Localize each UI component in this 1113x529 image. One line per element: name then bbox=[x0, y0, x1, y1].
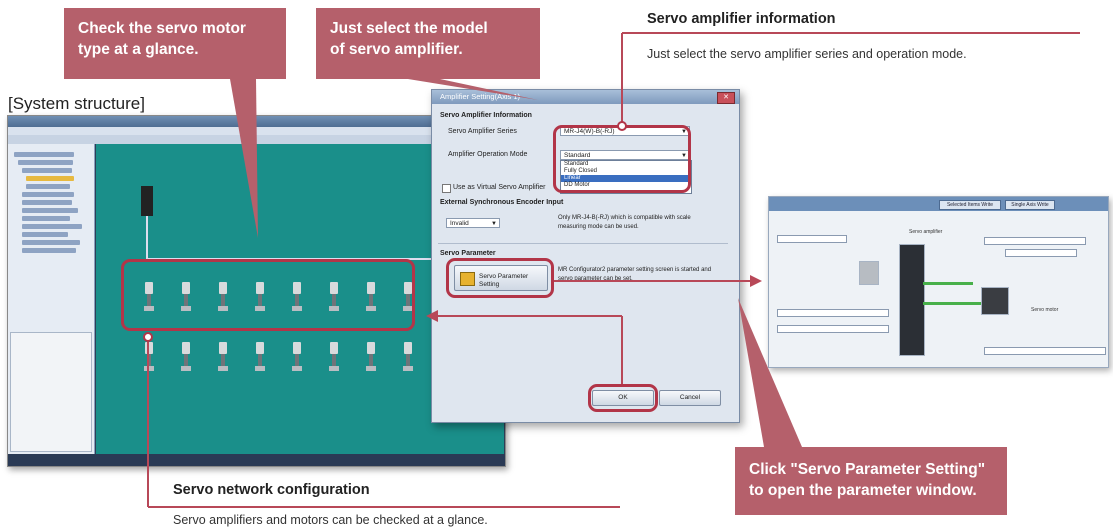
arrow-head bbox=[750, 275, 762, 287]
callout-text: of servo amplifier. bbox=[330, 41, 463, 58]
servo-network-text: Servo amplifiers and motors can be check… bbox=[173, 513, 488, 527]
callout-text: Click "Servo Parameter Setting" bbox=[749, 461, 986, 478]
arrow-head bbox=[426, 310, 438, 322]
callout-text: Just select the model bbox=[330, 20, 488, 37]
callout-motor-type: Check the servo motor type at a glance. bbox=[64, 8, 286, 79]
callout-text: Check the servo motor bbox=[78, 20, 246, 37]
callout-pointer-select-model bbox=[408, 79, 538, 100]
servo-network-title: Servo network configuration bbox=[173, 482, 370, 498]
leader-dot bbox=[143, 332, 153, 342]
servo-amp-info-text: Just select the servo amplifier series a… bbox=[647, 47, 967, 61]
callout-pointer-motor-type bbox=[230, 79, 258, 238]
servo-amp-info-title: Servo amplifier information bbox=[647, 11, 836, 27]
callout-text: type at a glance. bbox=[78, 41, 199, 58]
callout-param-setting: Click "Servo Parameter Setting" to open … bbox=[735, 447, 1007, 515]
callout-select-model: Just select the model of servo amplifier… bbox=[316, 8, 540, 79]
callout-text: to open the parameter window. bbox=[749, 482, 977, 499]
callout-pointer-param-setting bbox=[738, 298, 802, 447]
leader-dot bbox=[617, 121, 627, 131]
